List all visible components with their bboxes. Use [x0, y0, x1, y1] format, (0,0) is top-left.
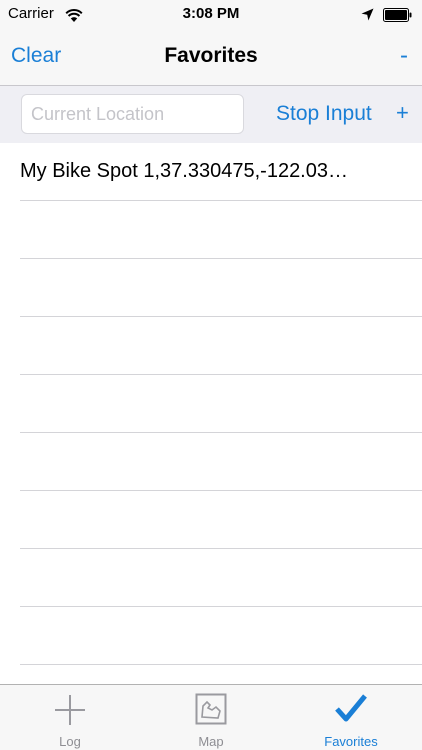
list-item[interactable]	[0, 491, 422, 549]
list-item[interactable]: My Bike Spot 1,37.330475,-122.03…	[0, 143, 422, 201]
current-location-input[interactable]	[21, 94, 244, 134]
tab-favorites-label: Favorites	[324, 734, 378, 749]
list-item[interactable]	[0, 317, 422, 375]
plus-icon	[55, 695, 85, 725]
list-item[interactable]	[0, 549, 422, 607]
list-item[interactable]	[0, 259, 422, 317]
add-favorite-button[interactable]: +	[396, 100, 409, 126]
list-item[interactable]	[0, 375, 422, 433]
stop-input-button[interactable]: Stop Input	[276, 102, 372, 126]
page-title: Favorites	[164, 44, 258, 67]
tab-log-label: Log	[59, 734, 81, 749]
map-icon	[195, 693, 227, 725]
list-item-text: My Bike Spot 1,37.330475,-122.03…	[20, 160, 348, 182]
tab-favorites[interactable]: Favorites	[281, 685, 421, 750]
favorites-list: My Bike Spot 1,37.330475,-122.03…	[0, 143, 422, 665]
list-item[interactable]	[0, 201, 422, 259]
remove-button[interactable]: -	[400, 42, 408, 70]
location-arrow-icon	[361, 8, 374, 21]
tab-log[interactable]: Log	[0, 685, 140, 750]
navigation-bar: Clear Favorites -	[0, 30, 422, 86]
status-time: 3:08 PM	[182, 5, 240, 22]
tab-bar: Log Map Favorites	[0, 684, 422, 750]
status-bar: Carrier 3:08 PM	[0, 0, 422, 30]
tab-map[interactable]: Map	[141, 685, 281, 750]
list-item[interactable]	[0, 607, 422, 665]
checkmark-icon	[335, 694, 367, 722]
tab-map-label: Map	[198, 734, 224, 749]
battery-icon	[383, 8, 412, 22]
list-item[interactable]	[0, 433, 422, 491]
location-input-bar: Stop Input +	[0, 86, 422, 143]
